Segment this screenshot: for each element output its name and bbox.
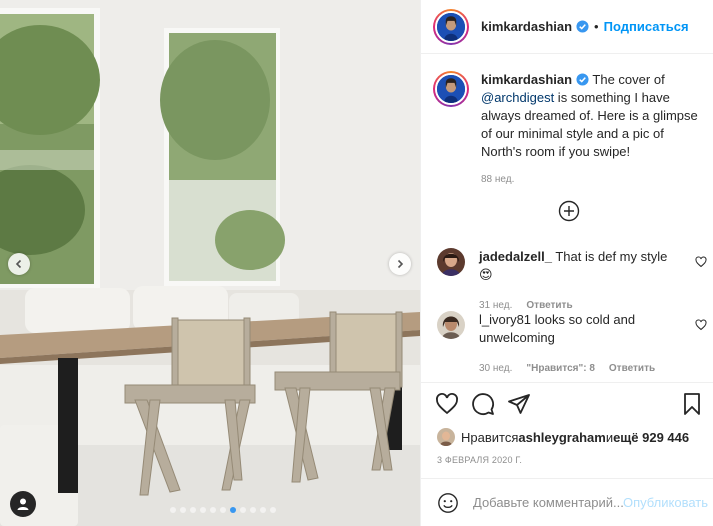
slide-dot — [230, 507, 236, 513]
comment-bubble-icon[interactable] — [471, 392, 495, 416]
likes-count-link[interactable]: ещё 929 446 — [613, 430, 689, 445]
tagged-users-button[interactable] — [10, 491, 36, 517]
comment-username-link[interactable]: jadedalzell_ — [479, 249, 552, 264]
slide-dot — [170, 507, 176, 513]
slide-dot — [210, 507, 216, 513]
liker-avatar[interactable] — [437, 428, 455, 446]
comment-heart-icon[interactable] — [695, 319, 707, 331]
post-photo[interactable] — [0, 0, 420, 526]
plus-circle-icon[interactable] — [558, 200, 580, 222]
caption-text-before: The cover of — [589, 72, 665, 87]
post-caption: kimkardashian The cover of @archdigest i… — [433, 71, 708, 189]
previous-slide-button[interactable] — [8, 253, 30, 275]
user-tag-icon — [17, 498, 29, 510]
commenter-avatar[interactable] — [437, 311, 465, 339]
heart-icon[interactable] — [435, 392, 459, 416]
bookmark-icon[interactable] — [680, 392, 704, 416]
liker-username-link[interactable]: ashleygraham — [518, 430, 605, 445]
add-comment-bar: Добавьте комментарий... Опубликовать — [421, 478, 713, 526]
caption-timestamp: 88 нед. — [481, 174, 515, 185]
caption-username-link[interactable]: kimkardashian — [481, 72, 572, 87]
likes-prefix: Нравится — [461, 429, 519, 445]
follow-button[interactable]: Подписаться — [604, 19, 689, 34]
slide-dot — [240, 507, 246, 513]
verified-badge-icon — [576, 20, 589, 33]
likes-middle: и — [605, 429, 614, 445]
comment-item: jadedalzell_ That is def my style 😍 31 н… — [437, 248, 707, 315]
likes-summary: Нравится ashleygraham и ещё 929 446 — [437, 428, 689, 446]
comment-heart-icon[interactable] — [695, 256, 707, 268]
post-header: kimkardashian • Подписаться — [421, 0, 713, 54]
post-date[interactable]: 3 ФЕВРАЛЯ 2020 Г. — [437, 455, 522, 465]
slide-dot — [260, 507, 266, 513]
caption-author-avatar[interactable] — [433, 71, 469, 107]
slide-dot — [200, 507, 206, 513]
comment-input[interactable]: Добавьте комментарий... — [473, 495, 623, 510]
comment-timestamp[interactable]: 30 нед. — [479, 360, 512, 378]
comment-username-link[interactable]: l_ivory81 — [479, 312, 531, 327]
smiley-icon[interactable] — [437, 492, 459, 514]
slide-dot — [190, 507, 196, 513]
comment-likes-count[interactable]: "Нравится": 8 — [526, 360, 595, 378]
header-separator: • — [594, 19, 599, 34]
slide-dot — [220, 507, 226, 513]
slide-dot — [180, 507, 186, 513]
author-avatar[interactable] — [433, 8, 469, 45]
slide-dot — [250, 507, 256, 513]
author-username-link[interactable]: kimkardashian — [481, 19, 572, 34]
post-action-bar — [421, 382, 713, 422]
chevron-right-icon — [397, 259, 404, 269]
post-sidebar: kimkardashian • Подписаться kimkardashia… — [420, 0, 713, 526]
caption-mention-link[interactable]: @archdigest — [481, 90, 554, 105]
slide-dot — [270, 507, 276, 513]
chevron-left-icon — [15, 259, 22, 269]
commenter-avatar[interactable] — [437, 248, 465, 276]
post-photo-image — [0, 0, 420, 526]
comment-reply-button[interactable]: Ответить — [609, 360, 655, 378]
publish-comment-button[interactable]: Опубликовать — [623, 495, 708, 510]
comment-item: l_ivory81 looks so cold and unwelcoming … — [437, 311, 707, 378]
next-slide-button[interactable] — [389, 253, 411, 275]
slide-indicator — [170, 507, 276, 513]
paper-plane-icon[interactable] — [507, 392, 531, 416]
verified-badge-icon — [576, 73, 589, 86]
